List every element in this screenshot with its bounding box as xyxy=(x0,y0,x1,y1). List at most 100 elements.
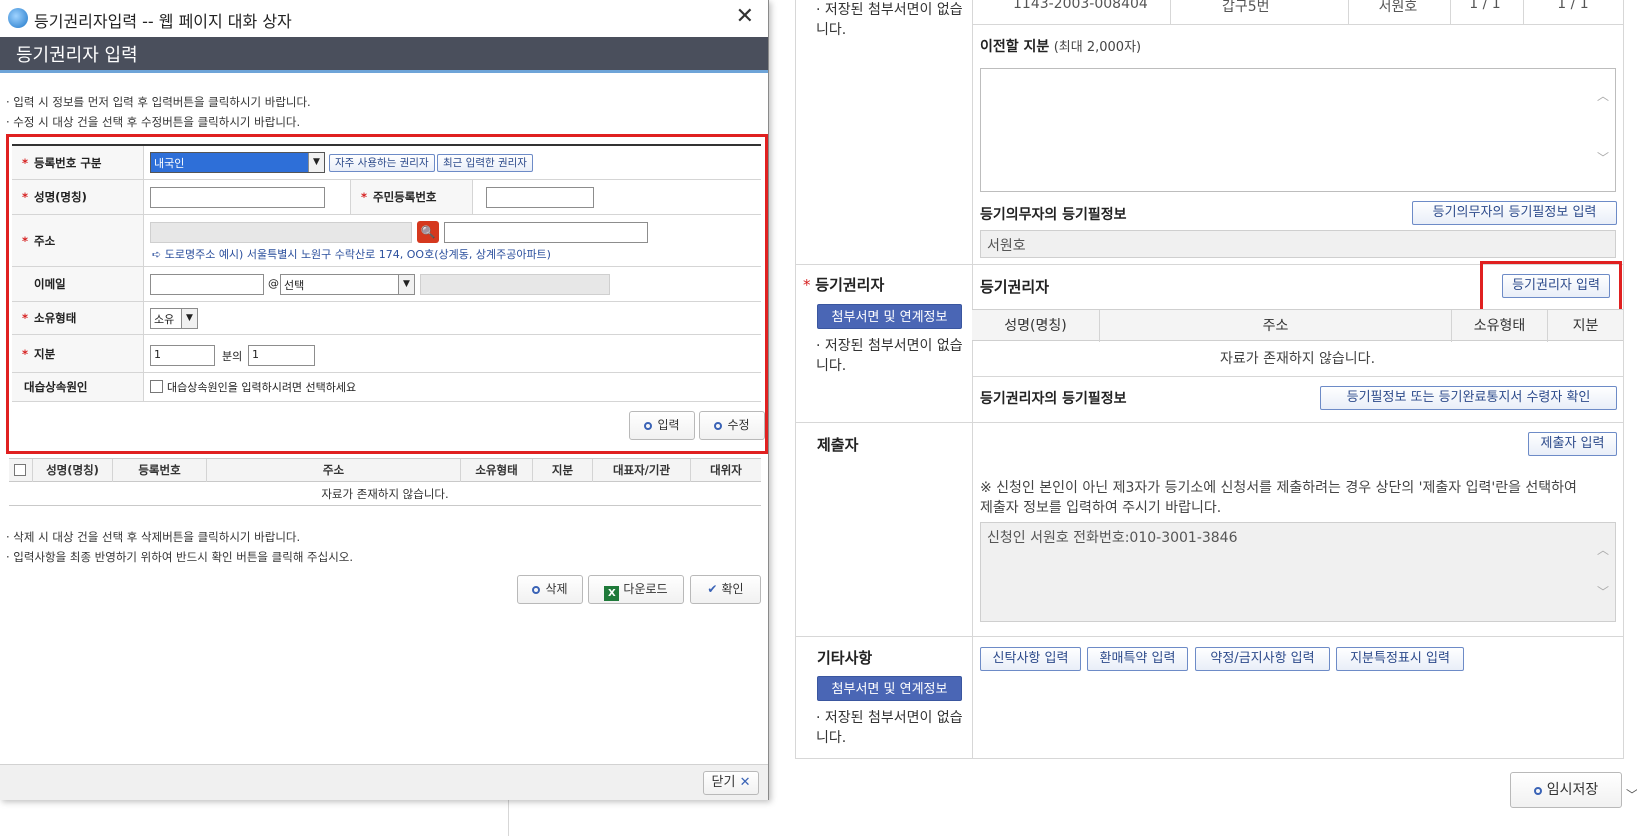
name-input[interactable] xyxy=(150,187,325,208)
agreement-input-button[interactable]: 약정/금지사항 입력 xyxy=(1195,647,1330,671)
close-button-label: 닫기 xyxy=(711,775,736,790)
scroll-down-icon[interactable]: ﹀ xyxy=(1626,786,1637,803)
note-top-2: · 수정 시 대상 건을 선택 후 수정버튼을 클릭하시기 바랍니다. xyxy=(6,115,301,129)
rightholder-empty-text: 자료가 존재하지 않습니다. xyxy=(1219,351,1376,367)
transfer-share-textarea[interactable]: ︿ ﹀ xyxy=(980,68,1616,192)
submitter-notice-line2: 제출자 정보를 입력하여 주시기 바랍니다. xyxy=(980,500,1222,516)
column-header: 대표자/기관 xyxy=(593,459,691,482)
note-bottom-1: · 삭제 시 대상 건을 선택 후 삭제버튼을 클릭하시기 바랍니다. xyxy=(6,530,301,544)
repurchase-input-button[interactable]: 환매특약 입력 xyxy=(1087,647,1188,671)
confirm-button-label: 확인 xyxy=(721,582,744,596)
column-header: 등록번호 xyxy=(113,459,207,482)
search-icon[interactable]: 🔍 xyxy=(417,221,439,243)
rightholder-attach-button[interactable]: 첨부서면 및 연계정보 xyxy=(817,304,962,329)
share-numerator-input[interactable]: 1 xyxy=(248,345,315,366)
scroll-up-icon[interactable]: ︿ xyxy=(1597,87,1609,104)
temp-save-button[interactable]: 임시저장 xyxy=(1510,772,1622,808)
dialog-header-title: 등기권리자 입력 xyxy=(16,45,138,66)
address-detail-input[interactable] xyxy=(444,222,648,243)
email-domain-select[interactable]: 선택 ▼ xyxy=(280,274,415,295)
address-label: * 주소 xyxy=(12,215,144,266)
note-top-1: · 입력 시 정보를 먼저 입력 후 입력버튼을 클릭하시기 바랍니다. xyxy=(6,95,311,109)
rightholder-list-header: 성명(명칭) 등록번호 주소 소유형태 지분 대표자/기관 대위자 xyxy=(9,458,761,482)
browser-icon xyxy=(8,8,28,28)
input-button-label: 입력 xyxy=(657,418,680,432)
confirm-button[interactable]: ✔ 확인 xyxy=(690,575,761,604)
trust-input-button[interactable]: 신탁사항 입력 xyxy=(980,647,1081,671)
top-saved-note: · 저장된 첨부서면이 없습니다. xyxy=(816,2,963,38)
delete-button[interactable]: 삭제 xyxy=(517,575,583,604)
scroll-down-icon[interactable]: ﹀ xyxy=(1597,149,1609,166)
rrn-input[interactable] xyxy=(486,187,594,208)
cell-divider xyxy=(1170,0,1171,24)
email-domain-value: 선택 xyxy=(284,279,305,292)
circle-icon xyxy=(532,586,541,594)
other-attach-button[interactable]: 첨부서면 및 연계정보 xyxy=(817,676,962,701)
chevron-down-icon: ▼ xyxy=(181,309,197,328)
rightholder-title: 등기권리자 xyxy=(980,278,1050,296)
form-row-reg-type: * 등록번호 구분 내국인 ▼ 자주 사용하는 권리자 최근 입력한 권리자 xyxy=(12,146,761,180)
edit-button-label: 수정 xyxy=(727,418,750,432)
edit-button[interactable]: 수정 xyxy=(699,411,765,440)
recent-rightholder-button[interactable]: 최근 입력한 권리자 xyxy=(437,154,533,172)
top-row-number: 1143-2003-008404 xyxy=(1013,0,1148,12)
share-specify-input-button[interactable]: 지분특정표시 입력 xyxy=(1336,647,1464,671)
email-id-input[interactable] xyxy=(150,274,264,295)
top-row-ratio2: 1 / 1 xyxy=(1557,0,1589,12)
frequent-rightholder-button[interactable]: 자주 사용하는 권리자 xyxy=(329,154,435,172)
check-icon: ✔ xyxy=(707,582,718,596)
select-all-cell xyxy=(9,459,33,482)
rightholder-cert-button[interactable]: 등기필정보 또는 등기완료통지서 수령자 확인 xyxy=(1320,386,1617,410)
scroll-down-icon[interactable]: ﹀ xyxy=(1597,583,1609,600)
delete-button-label: 삭제 xyxy=(545,582,568,596)
row-divider xyxy=(972,24,1623,25)
dialog-titlebar: 등기권리자입력 -- 웹 페이지 대화 상자 ✕ xyxy=(0,0,768,36)
ownership-select[interactable]: 소유 ▼ xyxy=(150,308,198,329)
column-header: 주소 xyxy=(207,459,461,482)
reg-type-label: * 등록번호 구분 xyxy=(12,146,144,179)
dialog-footer: 닫기 ✕ xyxy=(0,764,768,800)
close-icon: ✕ xyxy=(739,775,751,790)
close-icon[interactable]: ✕ xyxy=(736,4,754,29)
reg-type-select[interactable]: 내국인 ▼ xyxy=(150,152,325,173)
email-domain-input xyxy=(420,274,610,295)
top-row-name: 서원호 xyxy=(1378,0,1418,15)
ownership-label: * 소유형태 xyxy=(12,302,144,334)
section-divider xyxy=(795,422,1624,423)
frame-label-divider xyxy=(972,0,973,758)
column-header: 소유형태 xyxy=(1452,310,1548,342)
column-header: 주소 xyxy=(1100,310,1452,342)
highlight-box xyxy=(1480,261,1622,312)
rightholder-cert-label: 등기권리자의 등기필정보 xyxy=(980,391,1127,407)
form-row-name: * 성명(명칭) * 주민등록번호 xyxy=(12,180,761,215)
arrow-icon: ➪ xyxy=(152,248,165,261)
circle-icon xyxy=(1533,787,1542,795)
share-of-text: 분의 xyxy=(222,350,243,363)
form-row-share: * 지분 1 분의 1 xyxy=(12,335,761,373)
rightholder-dialog: 등기권리자입력 -- 웹 페이지 대화 상자 ✕ 등기권리자 입력 · 입력 시… xyxy=(0,0,769,800)
frame-left-border xyxy=(795,0,796,758)
rightholder-table-header: 성명(명칭) 주소 소유형태 지분 xyxy=(972,309,1623,342)
form-row-ownership: * 소유형태 소유 ▼ xyxy=(12,302,761,335)
share-denominator-input[interactable]: 1 xyxy=(150,345,215,366)
download-button-label: 다운로드 xyxy=(623,582,668,596)
address-main-input xyxy=(150,222,412,243)
frame-bottom-border xyxy=(795,758,1624,759)
obligor-cert-input-button[interactable]: 등기의무자의 등기필정보 입력 xyxy=(1412,201,1617,225)
top-row-section: 갑구5번 xyxy=(1222,0,1270,15)
close-button[interactable]: 닫기 ✕ xyxy=(703,771,759,795)
heir-checkbox-text: 대습상속원인을 입력하시려면 선택하세요 xyxy=(167,381,357,394)
submitter-input-button[interactable]: 제출자 입력 xyxy=(1528,432,1617,456)
download-button[interactable]: X 다운로드 xyxy=(588,575,684,604)
input-button[interactable]: 입력 xyxy=(629,411,695,440)
column-header: 지분 xyxy=(533,459,593,482)
heir-checkbox[interactable] xyxy=(150,380,163,393)
rightholder-section-label: * 등기권리자 xyxy=(803,276,885,294)
chevron-down-icon: ▼ xyxy=(398,275,414,294)
form-row-heir: 대습상속원인 대습상속원인을 입력하시려면 선택하세요 xyxy=(12,373,761,402)
scroll-up-icon[interactable]: ︿ xyxy=(1597,541,1609,558)
excel-icon: X xyxy=(604,586,620,601)
select-all-checkbox[interactable] xyxy=(14,464,26,476)
obligor-cert-label: 등기의무자의 등기필정보 xyxy=(980,207,1127,223)
form-row-address: * 주소 🔍 ➪ 도로명주소 예시) 서울특별시 노원구 수락산로 174, OO… xyxy=(12,215,761,267)
